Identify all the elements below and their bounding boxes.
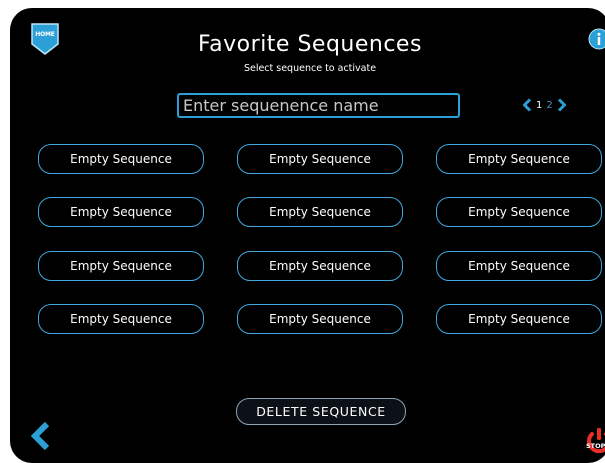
stop-button[interactable]: STOP [584, 426, 605, 456]
page-2-link[interactable]: 2 [546, 100, 552, 111]
back-chevron-icon [30, 421, 50, 451]
stop-label: STOP [586, 442, 605, 450]
sequence-button-7[interactable]: Empty Sequence [38, 251, 204, 281]
chevron-left-icon[interactable] [522, 98, 532, 112]
sequence-button-4[interactable]: Empty Sequence [38, 197, 204, 227]
chevron-right-icon[interactable] [557, 98, 567, 112]
main-panel: HOME Favorite Sequences Select sequence … [10, 8, 605, 463]
sequence-button-11[interactable]: Empty Sequence [237, 304, 403, 334]
sequence-button-1[interactable]: Empty Sequence [38, 144, 204, 174]
page-subtitle: Select sequence to activate [243, 63, 377, 74]
sequence-button-5[interactable]: Empty Sequence [237, 197, 403, 227]
page-title: Favorite Sequences [198, 32, 422, 57]
back-button[interactable] [30, 421, 52, 451]
delete-sequence-button[interactable]: DELETE SEQUENCE [236, 398, 406, 425]
sequence-button-10[interactable]: Empty Sequence [38, 304, 204, 334]
info-icon [588, 28, 605, 50]
power-stop-icon [587, 428, 605, 454]
pagination: 1 2 [522, 95, 567, 115]
sequence-button-12[interactable]: Empty Sequence [436, 304, 602, 334]
page-1-link[interactable]: 1 [536, 100, 542, 111]
info-button[interactable] [588, 28, 605, 50]
sequence-button-9[interactable]: Empty Sequence [436, 251, 602, 281]
sequence-button-8[interactable]: Empty Sequence [237, 251, 403, 281]
sequence-button-2[interactable]: Empty Sequence [237, 144, 403, 174]
sequence-name-input[interactable] [177, 93, 460, 118]
sequence-button-6[interactable]: Empty Sequence [436, 197, 602, 227]
sequence-button-3[interactable]: Empty Sequence [436, 144, 602, 174]
